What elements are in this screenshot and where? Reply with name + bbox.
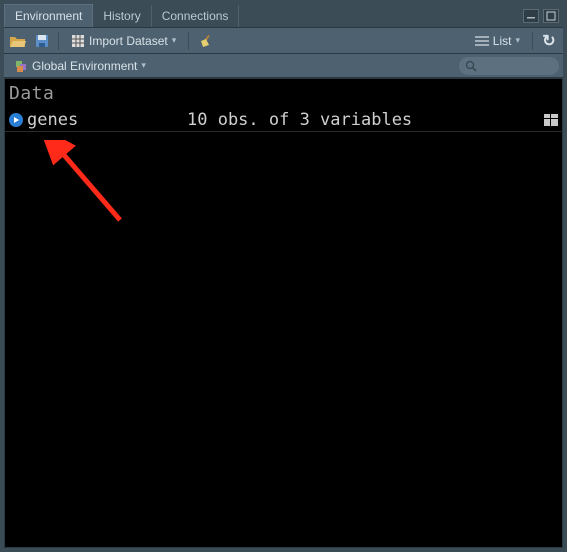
view-mode-button[interactable]: List ▾ (469, 32, 526, 50)
tab-environment[interactable]: Environment (4, 4, 93, 27)
expand-icon[interactable] (9, 113, 23, 127)
view-data-icon[interactable] (544, 114, 558, 126)
grid-import-icon (71, 34, 85, 48)
maximize-icon[interactable] (543, 9, 559, 23)
refresh-icon: ↻ (542, 31, 555, 51)
chevron-down-icon: ▾ (172, 35, 177, 46)
chevron-down-icon: ▾ (515, 35, 520, 46)
clear-workspace-icon[interactable] (195, 31, 215, 51)
object-row[interactable]: genes 10 obs. of 3 variables (5, 108, 562, 132)
object-name: genes (27, 110, 187, 130)
load-workspace-icon[interactable] (8, 31, 28, 51)
minimize-icon[interactable] (523, 9, 539, 23)
window-controls (523, 9, 563, 23)
package-icon (14, 59, 28, 73)
refresh-button[interactable]: ↻ (539, 31, 559, 51)
scope-bar: Global Environment ▾ (4, 54, 563, 78)
import-dataset-button[interactable]: Import Dataset ▾ (65, 32, 182, 50)
scope-selector[interactable]: Global Environment ▾ (8, 57, 152, 75)
section-header-data: Data (5, 79, 562, 108)
search-input[interactable] (459, 57, 559, 75)
import-dataset-label: Import Dataset (89, 34, 168, 48)
list-icon (475, 35, 489, 47)
chevron-down-icon: ▾ (141, 60, 146, 71)
scope-label: Global Environment (32, 59, 137, 73)
tab-history[interactable]: History (93, 5, 151, 27)
environment-content: Data genes 10 obs. of 3 variables (4, 78, 563, 548)
view-mode-label: List (493, 34, 512, 48)
save-workspace-icon[interactable] (32, 31, 52, 51)
object-description: 10 obs. of 3 variables (187, 110, 544, 130)
tab-bar: Environment History Connections (4, 4, 563, 28)
environment-pane: Environment History Connections (0, 0, 567, 552)
search-icon (465, 60, 477, 72)
tab-connections[interactable]: Connections (152, 5, 240, 27)
toolbar: Import Dataset ▾ List ▾ ↻ (4, 28, 563, 54)
